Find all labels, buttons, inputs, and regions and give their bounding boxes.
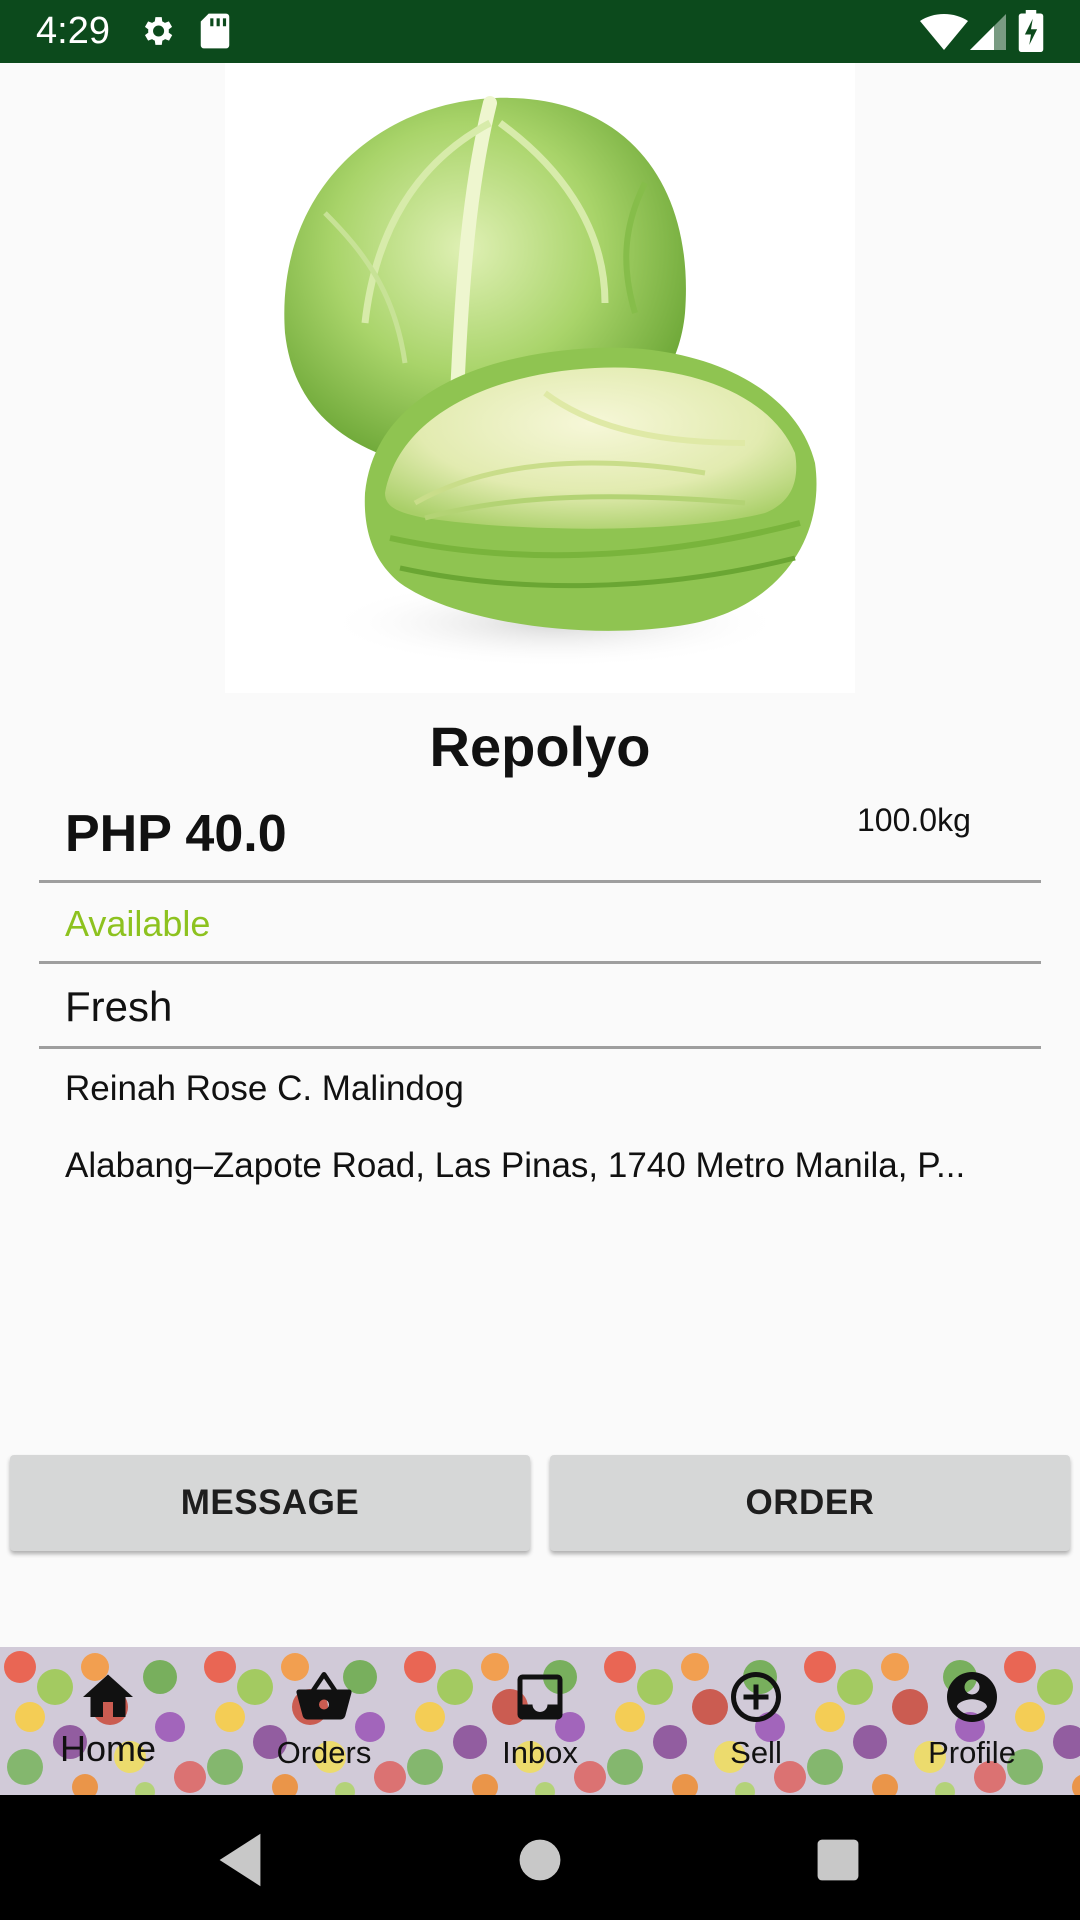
- divider: [39, 1046, 1041, 1049]
- order-button[interactable]: ORDER: [550, 1455, 1070, 1551]
- inbox-icon: [517, 1674, 563, 1720]
- bottom-nav: Home Orders Inbox Sell Profile: [0, 1647, 1080, 1795]
- nav-item-inbox[interactable]: Inbox: [432, 1647, 648, 1795]
- seller-address: Alabang–Zapote Road, Las Pinas, 1740 Met…: [65, 1146, 966, 1185]
- nav-item-profile[interactable]: Profile: [864, 1647, 1080, 1795]
- account-circle-icon: [947, 1672, 997, 1722]
- seller-name: Reinah Rose C. Malindog: [65, 1069, 464, 1108]
- home-icon: [83, 1674, 133, 1717]
- divider: [39, 880, 1041, 883]
- battery-charging-icon: [1018, 10, 1044, 52]
- system-nav-bar: [0, 1795, 1080, 1920]
- recents-icon[interactable]: [803, 1825, 873, 1895]
- nav-label-orders: Orders: [276, 1735, 372, 1770]
- nav-label-profile: Profile: [928, 1735, 1016, 1770]
- product-weight: 100.0kg: [857, 802, 971, 838]
- availability-status: Available: [65, 903, 211, 944]
- product-title: Repolyo: [429, 715, 651, 778]
- nav-label-sell: Sell: [730, 1735, 782, 1770]
- message-button[interactable]: MESSAGE: [10, 1455, 530, 1551]
- nav-item-sell[interactable]: Sell: [648, 1647, 864, 1795]
- add-circle-icon: [731, 1672, 781, 1722]
- nav-label-home: Home: [59, 1728, 157, 1769]
- status-time: 4:29: [36, 10, 110, 52]
- nav-label-inbox: Inbox: [502, 1735, 578, 1770]
- product-image: [225, 63, 855, 693]
- nav-item-home[interactable]: Home: [0, 1647, 216, 1795]
- wifi-icon: [920, 14, 968, 50]
- sd-card-icon: [200, 13, 230, 49]
- divider: [39, 961, 1041, 964]
- home-circle-icon[interactable]: [505, 1825, 575, 1895]
- signal-icon: [970, 14, 1006, 50]
- product-condition: Fresh: [65, 983, 173, 1030]
- nav-item-orders[interactable]: Orders: [216, 1647, 432, 1795]
- cabbage-image: [284, 96, 817, 668]
- basket-icon: [296, 1672, 352, 1720]
- gear-icon: [144, 17, 173, 45]
- product-price: PHP 40.0: [65, 805, 287, 863]
- status-bar: 4:29: [0, 0, 1080, 63]
- back-icon[interactable]: [205, 1825, 275, 1895]
